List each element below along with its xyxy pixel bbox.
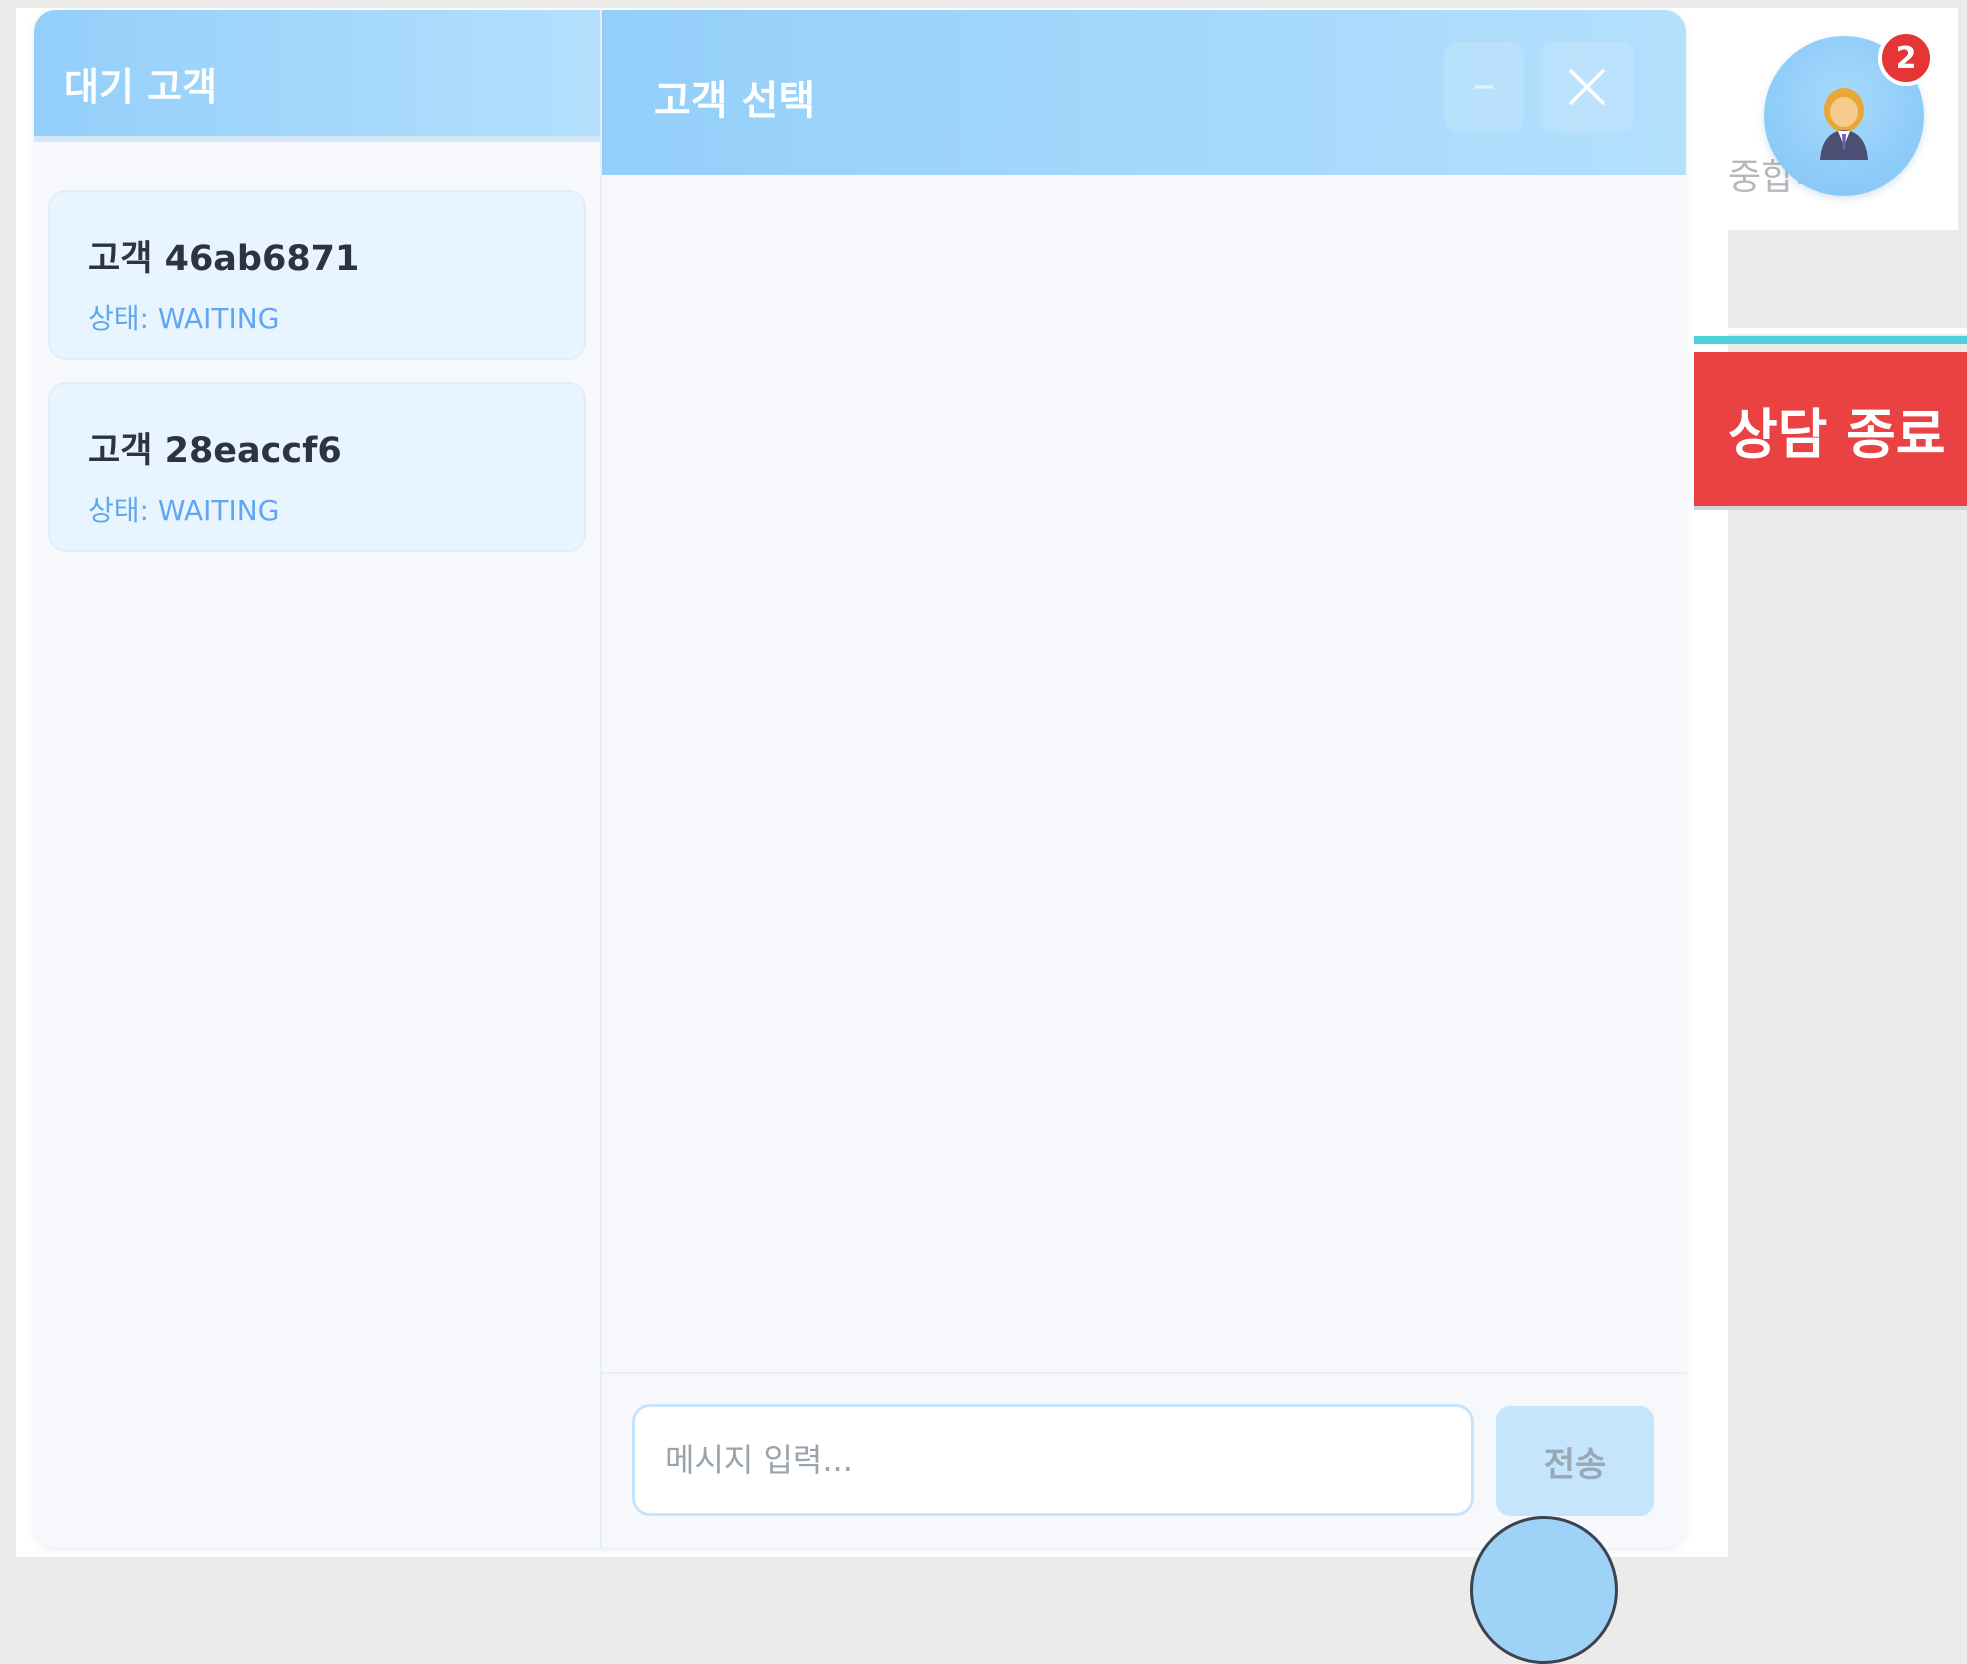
- chat-panel: 고객 선택 전송: [602, 10, 1686, 1548]
- chat-messages-area[interactable]: [602, 175, 1686, 1372]
- customer-card[interactable]: 고객 28eaccf6 상태: WAITING: [48, 382, 586, 552]
- customer-name: 고객 46ab6871: [88, 239, 360, 279]
- divider: [1694, 328, 1967, 334]
- customer-card[interactable]: 고객 46ab6871 상태: WAITING: [48, 190, 586, 360]
- sidebar-header: 대기 고객: [34, 10, 600, 142]
- sidebar-title: 대기 고객: [64, 65, 218, 109]
- divider: [1694, 506, 1967, 510]
- end-consult-area: 상담 종료: [1694, 328, 1967, 510]
- notification-badge: 2: [1878, 30, 1934, 86]
- accent-divider: [1694, 336, 1967, 344]
- send-button[interactable]: 전송: [1496, 1406, 1654, 1516]
- customer-name: 고객 28eaccf6: [88, 431, 342, 471]
- customer-status: 상태: WAITING: [88, 494, 280, 527]
- message-input[interactable]: [632, 1404, 1474, 1516]
- chat-title: 고객 선택: [654, 78, 816, 124]
- chat-toggle-fab[interactable]: [1470, 1516, 1618, 1664]
- close-icon: [1569, 69, 1605, 105]
- minimize-button[interactable]: [1444, 42, 1524, 132]
- chat-widget: 대기 고객 고객 46ab6871 상태: WAITING 고객 28eaccf…: [34, 10, 1686, 1548]
- close-button[interactable]: [1540, 42, 1634, 132]
- waiting-customers-sidebar: 대기 고객 고객 46ab6871 상태: WAITING 고객 28eaccf…: [34, 10, 602, 1548]
- chat-header: 고객 선택: [602, 10, 1686, 175]
- customer-list: 고객 46ab6871 상태: WAITING 고객 28eaccf6 상태: …: [34, 142, 600, 552]
- customer-status: 상태: WAITING: [88, 302, 280, 335]
- end-consult-button[interactable]: 상담 종료: [1694, 352, 1967, 506]
- minimize-icon: [1475, 85, 1493, 89]
